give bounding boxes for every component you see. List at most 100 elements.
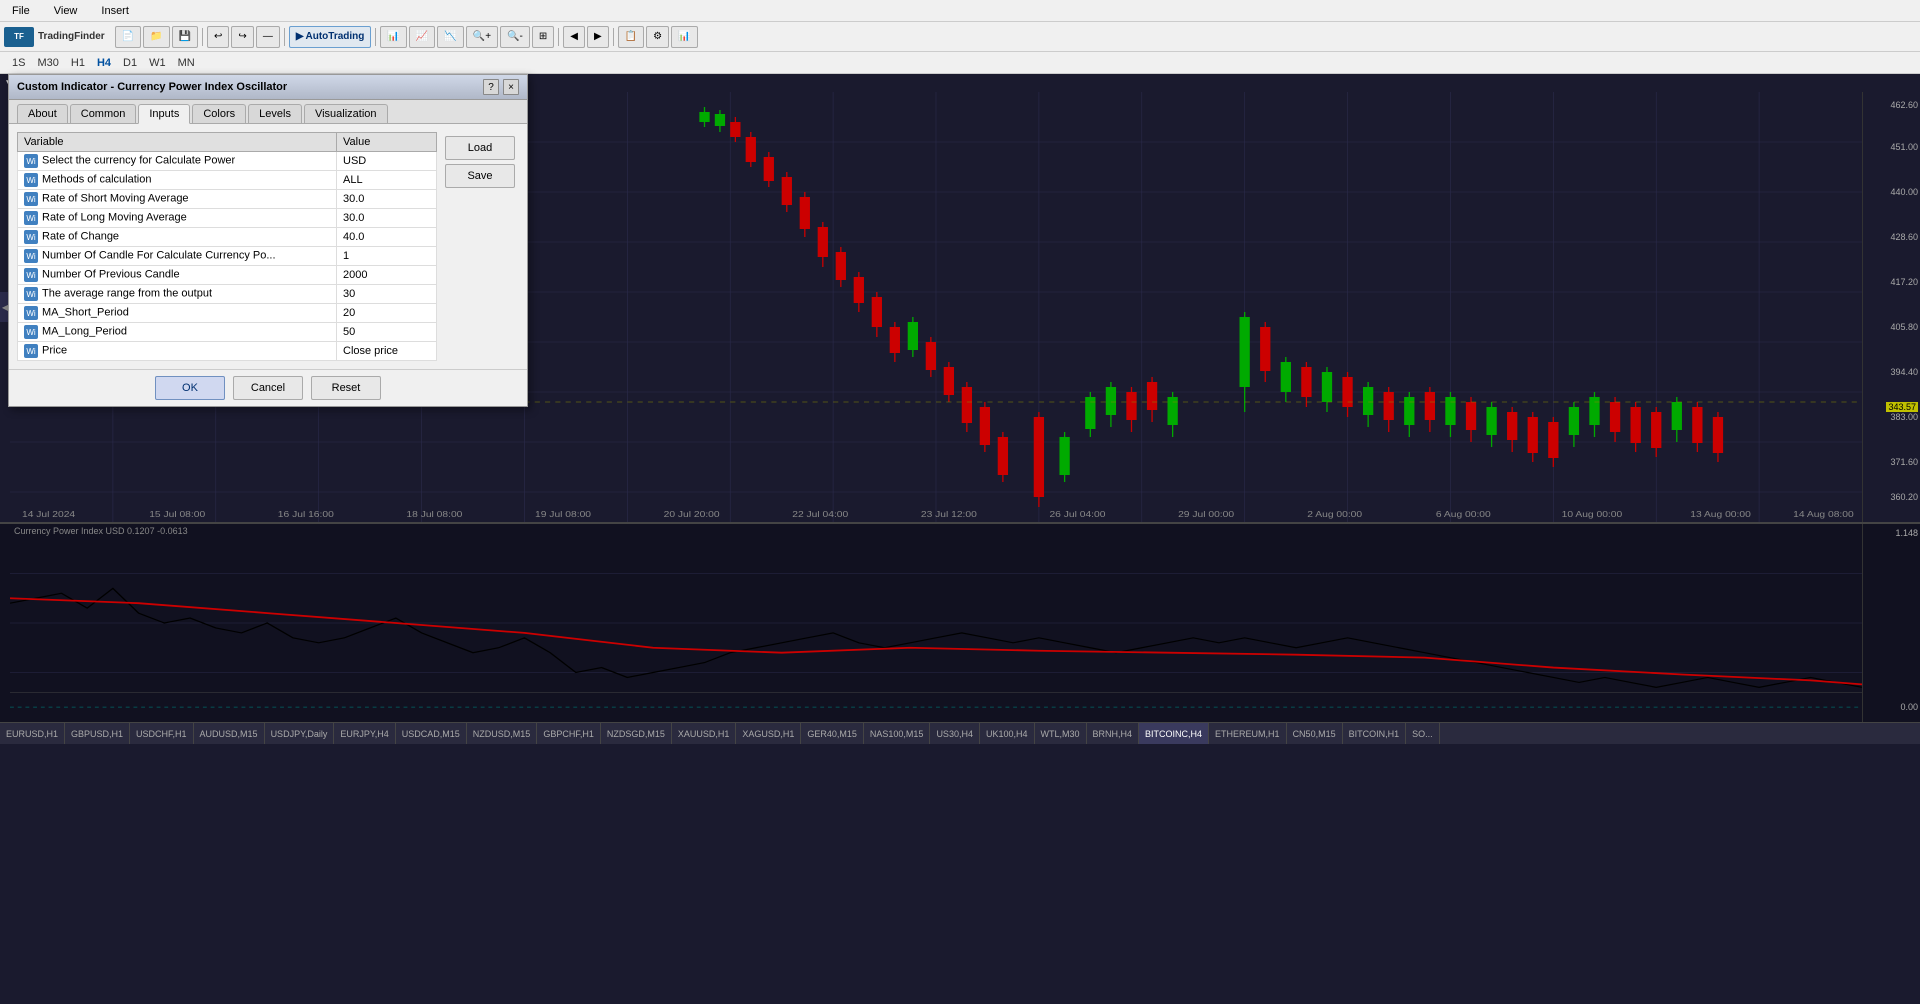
tab-gbpchf[interactable]: GBPCHF,H1 <box>537 723 601 745</box>
toolbar-minus-btn[interactable]: — <box>256 26 280 48</box>
tf-mn[interactable]: MN <box>174 56 199 70</box>
dialog-help-btn[interactable]: ? <box>483 79 499 95</box>
toolbar-template-btn[interactable]: 📋 <box>618 26 644 48</box>
menu-insert[interactable]: Insert <box>97 3 133 19</box>
tab-inputs[interactable]: Inputs <box>138 104 190 124</box>
price-440: 440.00 <box>1890 187 1918 197</box>
table-row[interactable]: WiMA_Long_Period50 <box>18 323 437 342</box>
indicator-label: Currency Power Index USD 0.1207 -0.0613 <box>14 526 188 536</box>
tab-xauusd[interactable]: XAUUSD,H1 <box>672 723 737 745</box>
toolbar-zoom-in-btn[interactable]: 🔍+ <box>466 26 498 48</box>
table-row[interactable]: WiRate of Long Moving Average30.0 <box>18 209 437 228</box>
tab-eurjpy[interactable]: EURJPY,H4 <box>334 723 395 745</box>
menu-view[interactable]: View <box>50 3 82 19</box>
svg-text:2 Aug 00:00: 2 Aug 00:00 <box>1307 510 1362 519</box>
tab-ger40[interactable]: GER40,M15 <box>801 723 864 745</box>
tab-about[interactable]: About <box>17 104 68 123</box>
tf-w1[interactable]: W1 <box>145 56 170 70</box>
load-button[interactable]: Load <box>445 136 515 160</box>
svg-text:23 Jul 12:00: 23 Jul 12:00 <box>921 510 977 519</box>
table-row[interactable]: WiNumber Of Candle For Calculate Currenc… <box>18 247 437 266</box>
toolbar-settings-btn[interactable]: ⚙ <box>646 26 669 48</box>
toolbar-sep5 <box>613 28 614 46</box>
toolbar-grid-btn[interactable]: ⊞ <box>532 26 554 48</box>
tab-colors[interactable]: Colors <box>192 104 246 123</box>
param-variable-6: WiNumber Of Previous Candle <box>18 266 337 285</box>
toolbar-chart-btn2[interactable]: 📈 <box>409 26 435 48</box>
tf-h4[interactable]: H4 <box>93 56 115 70</box>
row-icon: Wi <box>24 268 38 282</box>
toolbar-chart-btn1[interactable]: 📊 <box>380 26 406 48</box>
tab-levels[interactable]: Levels <box>248 104 302 123</box>
table-row[interactable]: WiRate of Short Moving Average30.0 <box>18 190 437 209</box>
tab-wtl[interactable]: WTL,M30 <box>1035 723 1087 745</box>
tab-gbpusd[interactable]: GBPUSD,H1 <box>65 723 130 745</box>
toolbar-chart-btn3[interactable]: 📉 <box>437 26 463 48</box>
param-value-4: 40.0 <box>337 228 437 247</box>
menu-bar: File View Insert <box>0 0 1920 22</box>
toolbar-zoom-out-btn[interactable]: 🔍- <box>500 26 530 48</box>
tab-nzdusd[interactable]: NZDUSD,M15 <box>467 723 538 745</box>
tab-audusd[interactable]: AUDUSD,M15 <box>194 723 265 745</box>
tf-h1[interactable]: H1 <box>67 56 89 70</box>
tab-usdcad[interactable]: USDCAD,M15 <box>396 723 467 745</box>
tab-usdjpy[interactable]: USDJPY,Daily <box>265 723 335 745</box>
tab-brnh[interactable]: BRNH,H4 <box>1087 723 1140 745</box>
tab-visualization[interactable]: Visualization <box>304 104 388 123</box>
table-row[interactable]: WiThe average range from the output30 <box>18 285 437 304</box>
table-row[interactable]: WiMA_Short_Period20 <box>18 304 437 323</box>
table-row[interactable]: WiRate of Change40.0 <box>18 228 437 247</box>
save-button[interactable]: Save <box>445 164 515 188</box>
tab-nzdsgd[interactable]: NZDSGD,M15 <box>601 723 672 745</box>
toolbar-new-btn[interactable]: 📄 <box>115 26 141 48</box>
svg-text:26 Jul 04:00: 26 Jul 04:00 <box>1049 510 1105 519</box>
row-icon: Wi <box>24 325 38 339</box>
menu-file[interactable]: File <box>8 3 34 19</box>
tab-uk100[interactable]: UK100,H4 <box>980 723 1035 745</box>
svg-text:14 Jul 2024: 14 Jul 2024 <box>22 510 75 519</box>
tab-common[interactable]: Common <box>70 104 137 123</box>
tab-bitcoin[interactable]: BITCOIN,H1 <box>1343 723 1407 745</box>
table-row[interactable]: WiMethods of calculationALL <box>18 171 437 190</box>
param-variable-4: WiRate of Change <box>18 228 337 247</box>
tab-cn50[interactable]: CN50,M15 <box>1287 723 1343 745</box>
cancel-button[interactable]: Cancel <box>233 376 303 400</box>
row-icon: Wi <box>24 287 38 301</box>
table-row[interactable]: WiPriceClose price <box>18 342 437 361</box>
toolbar-scroll-left-btn[interactable]: ◀ <box>563 26 585 48</box>
tab-nas100[interactable]: NAS100,M15 <box>864 723 931 745</box>
reset-button[interactable]: Reset <box>311 376 381 400</box>
tab-ethereum[interactable]: ETHEREUM,H1 <box>1209 723 1287 745</box>
tab-bitcoinc[interactable]: BITCOINC,H4 <box>1139 723 1209 745</box>
toolbar-open-btn[interactable]: 📁 <box>143 26 169 48</box>
svg-text:29 Jul 00:00: 29 Jul 00:00 <box>1178 510 1234 519</box>
toolbar-indicators-btn[interactable]: 📊 <box>671 26 697 48</box>
param-variable-2: WiRate of Short Moving Average <box>18 190 337 209</box>
tf-d1[interactable]: D1 <box>119 56 141 70</box>
dialog-close-btn[interactable]: × <box>503 79 519 95</box>
tab-eurusd[interactable]: EURUSD,H1 <box>0 723 65 745</box>
timeframe-bar: 1S M30 H1 H4 D1 W1 MN <box>0 52 1920 74</box>
param-variable-0: WiSelect the currency for Calculate Powe… <box>18 152 337 171</box>
toolbar-redo-btn[interactable]: ↪ <box>231 26 253 48</box>
table-row[interactable]: WiSelect the currency for Calculate Powe… <box>18 152 437 171</box>
svg-text:10 Aug 00:00: 10 Aug 00:00 <box>1562 510 1623 519</box>
tf-m30[interactable]: M30 <box>33 56 62 70</box>
tab-xagusd[interactable]: XAGUSD,H1 <box>736 723 801 745</box>
table-row[interactable]: WiNumber Of Previous Candle2000 <box>18 266 437 285</box>
tab-usdchf[interactable]: USDCHF,H1 <box>130 723 194 745</box>
svg-text:22 Jul 04:00: 22 Jul 04:00 <box>792 510 848 519</box>
ok-button[interactable]: OK <box>155 376 225 400</box>
toolbar-undo-btn[interactable]: ↩ <box>207 26 229 48</box>
custom-indicator-dialog: Custom Indicator - Currency Power Index … <box>8 74 528 407</box>
ind-scale-top: 1.148 <box>1895 528 1918 538</box>
param-variable-9: WiMA_Long_Period <box>18 323 337 342</box>
tab-us30[interactable]: US30,H4 <box>930 723 980 745</box>
dialog-controls: ? × <box>483 79 519 95</box>
toolbar-scroll-right-btn[interactable]: ▶ <box>587 26 609 48</box>
tf-1s[interactable]: 1S <box>8 56 29 70</box>
toolbar-save-btn[interactable]: 💾 <box>172 26 198 48</box>
tab-more[interactable]: SO... <box>1406 723 1440 745</box>
price-428: 428.60 <box>1890 232 1918 242</box>
autotrading-button[interactable]: ▶ AutoTrading <box>289 26 372 48</box>
